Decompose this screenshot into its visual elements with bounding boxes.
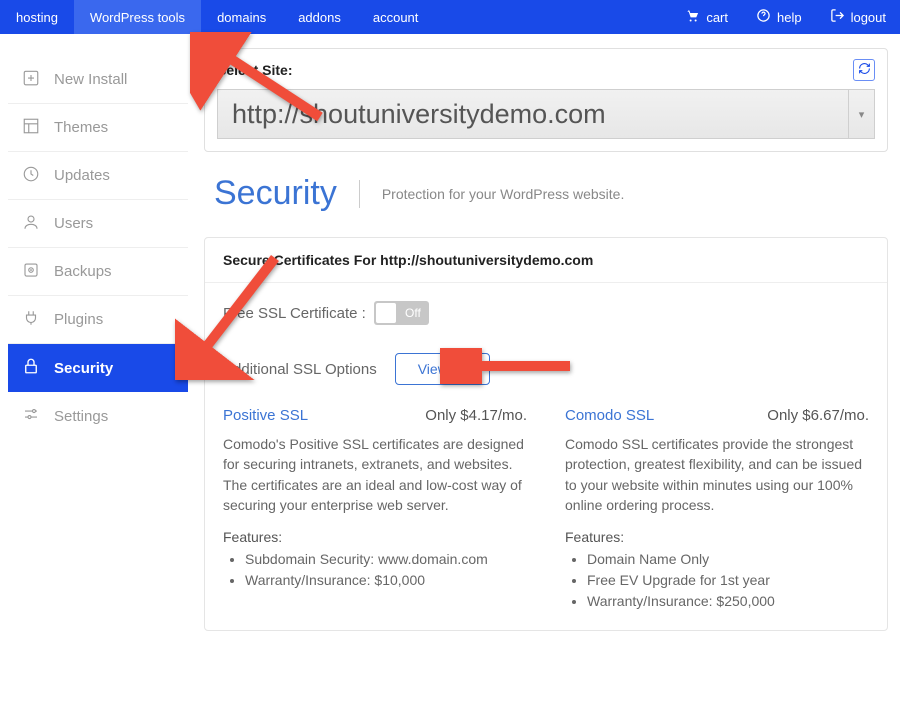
sidebar-item-label: Updates [54,167,110,184]
product-comodo-ssl: Comodo SSL Only $6.67/mo. Comodo SSL cer… [565,407,869,612]
toggle-knob [376,303,396,323]
additional-ssl-row: Additional SSL Options View All [223,353,869,385]
main-content: Select Site: http://shoutuniversitydemo.… [188,34,900,631]
sidebar-item-label: Settings [54,408,108,425]
layout-icon [22,117,40,139]
clock-icon [22,165,40,187]
product-name[interactable]: Positive SSL [223,407,308,424]
site-select-box: Select Site: http://shoutuniversitydemo.… [204,48,888,152]
product-features-heading: Features: [565,529,869,545]
sidebar-item-label: Backups [54,263,112,280]
toggle-state-label: Off [405,306,421,320]
product-positive-ssl: Positive SSL Only $4.17/mo. Comodo's Pos… [223,407,527,612]
certificates-panel: Secure Certificates For http://shoutuniv… [204,237,888,631]
disk-icon [22,261,40,283]
help-icon [756,8,771,26]
refresh-button[interactable] [853,59,875,81]
page-subtitle: Protection for your WordPress website. [359,180,625,208]
cart-icon [685,8,700,26]
additional-ssl-label: Additional SSL Options [223,361,377,378]
logout-label: logout [851,10,886,25]
cart-label: cart [706,10,728,25]
product-desc: Comodo SSL certificates provide the stro… [565,434,869,515]
sidebar-item-label: Plugins [54,311,103,328]
topnav-wordpress-tools[interactable]: WordPress tools [74,0,201,34]
free-ssl-row: Free SSL Certificate : Off [223,301,869,325]
feature-item: Subdomain Security: www.domain.com [245,549,527,570]
free-ssl-label: Free SSL Certificate : [223,305,366,322]
sidebar-item-label: Users [54,215,93,232]
sidebar-item-users[interactable]: Users [8,200,188,248]
topnav-account[interactable]: account [357,0,435,34]
product-desc: Comodo's Positive SSL certificates are d… [223,434,527,515]
sidebar-item-plugins[interactable]: Plugins [8,296,188,344]
product-name[interactable]: Comodo SSL [565,407,654,424]
sidebar-item-label: New Install [54,71,127,88]
free-ssl-toggle[interactable]: Off [374,301,429,325]
top-nav: hosting WordPress tools domains addons a… [0,0,434,34]
top-utils: cart help logout [671,0,900,34]
sliders-icon [22,405,40,427]
panel-heading: Secure Certificates For http://shoutuniv… [205,238,887,283]
product-price: Only $6.67/mo. [767,407,869,424]
topnav-hosting[interactable]: hosting [0,0,74,34]
product-features: Subdomain Security: www.domain.com Warra… [223,549,527,591]
view-all-button[interactable]: View All [395,353,490,385]
sidebar-item-new-install[interactable]: New Install [8,56,188,104]
feature-item: Domain Name Only [587,549,869,570]
top-bar: hosting WordPress tools domains addons a… [0,0,900,34]
ssl-products: Positive SSL Only $4.17/mo. Comodo's Pos… [223,407,869,612]
select-site-label: Select Site: [217,62,292,78]
site-select-dropdown[interactable]: http://shoutuniversitydemo.com ▾ [217,89,875,139]
feature-item: Warranty/Insurance: $10,000 [245,570,527,591]
logout-link[interactable]: logout [816,0,900,34]
help-label: help [777,10,802,25]
user-icon [22,213,40,235]
refresh-icon [858,62,871,78]
sidebar-item-updates[interactable]: Updates [8,152,188,200]
sidebar-item-settings[interactable]: Settings [8,392,188,440]
logout-icon [830,8,845,26]
plus-square-icon [22,69,40,91]
sidebar-item-label: Security [54,360,113,377]
chevron-down-icon: ▾ [848,90,874,138]
help-link[interactable]: help [742,0,816,34]
plug-icon [22,309,40,331]
site-select-value: http://shoutuniversitydemo.com [232,99,606,130]
feature-item: Free EV Upgrade for 1st year [587,570,869,591]
page-title: Security [214,174,359,213]
sidebar-item-backups[interactable]: Backups [8,248,188,296]
feature-item: Warranty/Insurance: $250,000 [587,591,869,612]
product-price: Only $4.17/mo. [425,407,527,424]
topnav-addons[interactable]: addons [282,0,357,34]
page-heading: Security Protection for your WordPress w… [214,174,888,213]
sidebar-item-label: Themes [54,119,108,136]
sidebar-item-themes[interactable]: Themes [8,104,188,152]
product-features-heading: Features: [223,529,527,545]
sidebar: New Install Themes Updates Users Backups… [0,34,188,631]
product-features: Domain Name Only Free EV Upgrade for 1st… [565,549,869,612]
lock-icon [22,357,40,379]
cart-link[interactable]: cart [671,0,742,34]
sidebar-item-security[interactable]: Security [8,344,188,392]
topnav-domains[interactable]: domains [201,0,282,34]
